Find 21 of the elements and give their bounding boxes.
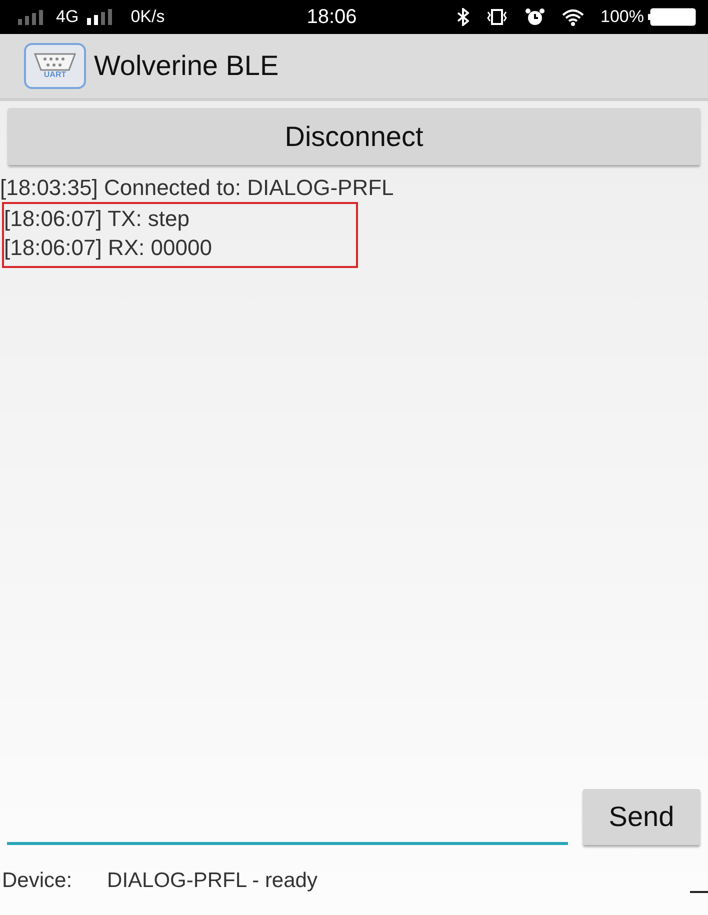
app-title: Wolverine BLE <box>94 49 279 83</box>
icon-label: UART <box>44 71 66 79</box>
battery-level: 100% <box>600 6 644 28</box>
bluetooth-icon <box>456 8 469 26</box>
send-button[interactable]: Send <box>583 789 700 845</box>
dash-mark <box>690 891 708 893</box>
log-line: [18:06:07] TX: step <box>4 205 190 233</box>
log-line: [18:03:35] Connected to: DIALOG-PRFL <box>0 174 395 202</box>
clock-time: 18:06 <box>306 5 357 30</box>
log-line: [18:06:07] RX: 00000 <box>4 234 213 262</box>
disconnect-button[interactable]: Disconnect <box>8 108 700 165</box>
wifi-icon <box>560 8 585 26</box>
network-type: 4G <box>56 6 79 28</box>
serial-port-icon <box>34 53 76 71</box>
signal-icon <box>86 9 115 25</box>
device-status: DIALOG-PRFL - ready <box>107 868 318 894</box>
battery-icon <box>648 8 696 26</box>
network-speed: 0K/s <box>130 6 165 28</box>
alarm-icon <box>524 8 545 26</box>
vibrate-icon <box>484 8 509 26</box>
device-label: Device: <box>2 868 72 894</box>
